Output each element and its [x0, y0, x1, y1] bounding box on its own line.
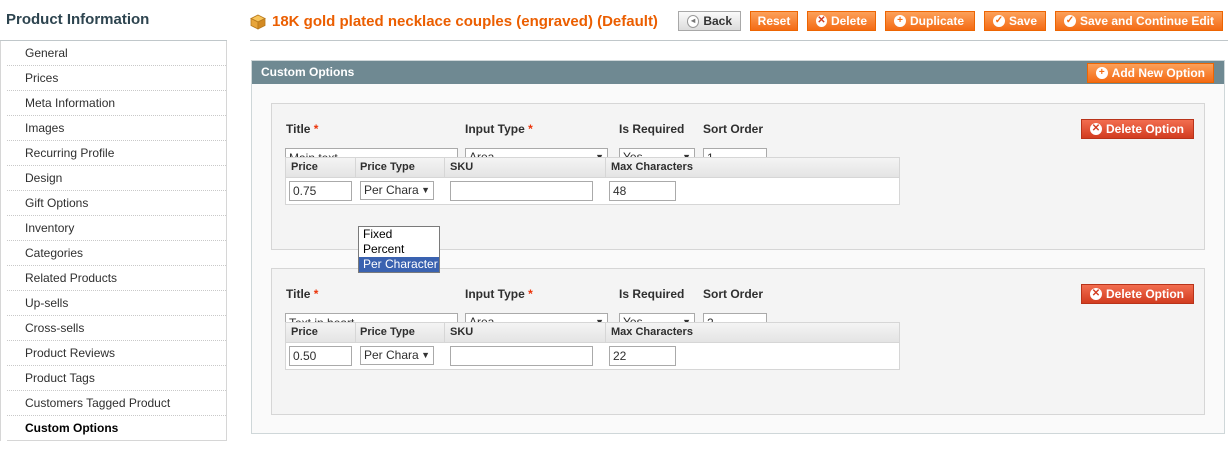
sku-input[interactable]: [450, 346, 593, 366]
max-chars-col-header: Max Characters: [611, 326, 693, 338]
sidebar-item-general[interactable]: General: [7, 41, 226, 66]
price-grid-header: Price Price Type SKU Max Characters: [286, 158, 899, 178]
delete-option-label: Delete Option: [1106, 287, 1185, 301]
product-box-icon: [250, 14, 266, 30]
price-type-col-header: Price Type: [360, 326, 415, 338]
is-required-label: Is Required: [619, 122, 685, 136]
duplicate-button[interactable]: + Duplicate: [885, 11, 975, 31]
input-type-label: Input Type *: [465, 287, 533, 301]
back-button-label: Back: [703, 14, 732, 28]
input-type-label: Input Type *: [465, 122, 533, 136]
sidebar-item-categories[interactable]: Categories: [7, 241, 226, 266]
sidebar-item-inventory[interactable]: Inventory: [7, 216, 226, 241]
title-label: Title *: [286, 122, 319, 136]
checkmark-icon: ✓: [1064, 15, 1076, 27]
sku-input[interactable]: [450, 181, 593, 201]
sidebar-item-design[interactable]: Design: [7, 166, 226, 191]
price-grid: Price Price Type SKU Max Characters 0.75…: [285, 157, 900, 205]
page-title: 18K gold plated necklace couples (engrav…: [250, 13, 658, 30]
price-col-header: Price: [291, 161, 318, 173]
add-new-option-button[interactable]: + Add New Option: [1087, 63, 1214, 83]
chevron-down-icon: ▼: [421, 185, 430, 195]
reset-button[interactable]: Reset: [750, 11, 798, 31]
delete-option-button[interactable]: ✕ Delete Option: [1081, 284, 1194, 304]
chevron-down-icon: ▼: [421, 350, 430, 360]
panel-title: Custom Options: [261, 65, 355, 79]
save-continue-button[interactable]: ✓ Save and Continue Edit: [1055, 11, 1223, 31]
price-type-dropdown-list: Fixed Percent Per Character: [358, 226, 440, 273]
max-chars-col-header: Max Characters: [611, 161, 693, 173]
title-label: Title *: [286, 287, 319, 301]
delete-option-button[interactable]: ✕ Delete Option: [1081, 119, 1194, 139]
delete-icon: ✕: [1090, 288, 1102, 300]
dropdown-option-percent[interactable]: Percent: [359, 242, 439, 257]
sidebar-item-product-reviews[interactable]: Product Reviews: [7, 341, 226, 366]
price-input[interactable]: 0.75: [289, 181, 352, 201]
sidebar-item-up-sells[interactable]: Up-sells: [7, 291, 226, 316]
sku-col-header: SKU: [450, 326, 474, 338]
price-type-select[interactable]: Per Chara ▼: [360, 346, 434, 365]
plus-icon: +: [894, 15, 906, 27]
max-characters-input[interactable]: 22: [609, 346, 676, 366]
delete-icon: ✕: [816, 15, 827, 27]
panel-header: Custom Options + Add New Option: [252, 61, 1224, 84]
sidebar: Product Information General Prices Meta …: [0, 0, 227, 456]
dropdown-option-fixed[interactable]: Fixed: [359, 227, 439, 242]
sidebar-item-related-products[interactable]: Related Products: [7, 266, 226, 291]
sidebar-item-customers-tagged-product[interactable]: Customers Tagged Product: [7, 391, 226, 416]
max-characters-input[interactable]: 48: [609, 181, 676, 201]
price-type-col-header: Price Type: [360, 161, 415, 173]
duplicate-button-label: Duplicate: [910, 14, 965, 28]
sidebar-nav: General Prices Meta Information Images R…: [0, 41, 227, 441]
price-col-header: Price: [291, 326, 318, 338]
price-grid: Price Price Type SKU Max Characters 0.50…: [285, 322, 900, 370]
sidebar-item-meta-information[interactable]: Meta Information: [7, 91, 226, 116]
sort-order-label: Sort Order: [703, 287, 764, 301]
save-continue-button-label: Save and Continue Edit: [1079, 14, 1214, 28]
sidebar-title: Product Information: [0, 0, 227, 41]
sidebar-item-custom-options[interactable]: Custom Options: [7, 416, 226, 441]
sidebar-item-recurring-profile[interactable]: Recurring Profile: [7, 141, 226, 166]
sidebar-item-cross-sells[interactable]: Cross-sells: [7, 316, 226, 341]
delete-button-label: Delete: [830, 14, 867, 28]
price-type-select[interactable]: Per Chara ▼: [360, 181, 434, 200]
back-button[interactable]: ◂ Back: [678, 11, 741, 31]
arrow-left-icon: ◂: [687, 14, 700, 28]
price-grid-header: Price Price Type SKU Max Characters: [286, 323, 899, 343]
option-box: Title * Input Type * Is Required Sort Or…: [271, 268, 1205, 415]
delete-icon: ✕: [1090, 123, 1102, 135]
delete-option-label: Delete Option: [1106, 122, 1185, 136]
save-button-label: Save: [1008, 14, 1037, 28]
page-title-text: 18K gold plated necklace couples (engrav…: [272, 13, 658, 30]
sidebar-item-images[interactable]: Images: [7, 116, 226, 141]
checkmark-icon: ✓: [993, 15, 1005, 27]
is-required-label: Is Required: [619, 287, 685, 301]
sidebar-item-product-tags[interactable]: Product Tags: [7, 366, 226, 391]
delete-button[interactable]: ✕ Delete: [807, 11, 876, 31]
sku-col-header: SKU: [450, 161, 474, 173]
sidebar-item-prices[interactable]: Prices: [7, 66, 226, 91]
sort-order-label: Sort Order: [703, 122, 764, 136]
save-button[interactable]: ✓ Save: [984, 11, 1046, 31]
header-divider: [250, 40, 1228, 41]
plus-icon: +: [1096, 67, 1108, 79]
price-input[interactable]: 0.50: [289, 346, 352, 366]
dropdown-option-per-character[interactable]: Per Character: [359, 257, 439, 272]
add-new-option-label: Add New Option: [1111, 66, 1205, 80]
reset-button-label: Reset: [757, 14, 791, 28]
sidebar-item-gift-options[interactable]: Gift Options: [7, 191, 226, 216]
